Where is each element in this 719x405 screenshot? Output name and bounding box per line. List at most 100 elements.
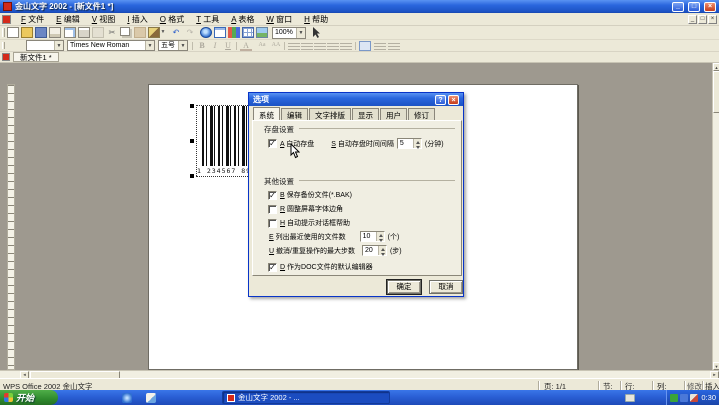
ok-button[interactable]: 确定 xyxy=(386,279,422,295)
bold-button[interactable]: B xyxy=(196,41,208,51)
internet-explorer-icon[interactable] xyxy=(122,393,132,403)
vertical-scroll-thumb[interactable] xyxy=(713,71,719,113)
recent-files-spinner[interactable]: 10 xyxy=(359,231,385,242)
tray-icon-green[interactable] xyxy=(670,393,678,402)
align-center-button[interactable] xyxy=(301,41,313,51)
menu-A[interactable]: A 表格 xyxy=(225,13,260,26)
spinner-arrows[interactable] xyxy=(375,232,384,241)
dialog-help-checkbox[interactable] xyxy=(268,218,277,228)
menu-V[interactable]: V 视图 xyxy=(86,13,122,26)
menu-I[interactable]: I 插入 xyxy=(121,13,153,26)
print-preview-icon[interactable] xyxy=(64,27,76,38)
toolbar-grip[interactable] xyxy=(2,28,5,37)
start-button[interactable]: 开始 xyxy=(0,390,58,405)
spinner-arrows[interactable] xyxy=(412,139,421,148)
shrink-font-button[interactable]: Aa xyxy=(256,41,268,51)
smooth-font-checkbox[interactable] xyxy=(268,204,277,214)
vertical-scrollbar[interactable]: ▲ ▼ xyxy=(712,63,719,370)
undo-icon[interactable]: ↶ xyxy=(170,27,182,38)
numbering-button[interactable] xyxy=(388,41,400,51)
align-right-button[interactable] xyxy=(314,41,326,51)
chevron-down-icon[interactable]: ▼ xyxy=(296,28,305,38)
menu-O[interactable]: O 格式 xyxy=(154,13,190,26)
spinner-arrows[interactable] xyxy=(377,246,386,255)
size-combo[interactable]: 五号 ▼ xyxy=(158,40,188,51)
grow-font-button[interactable]: AA xyxy=(270,41,282,51)
scroll-down-icon[interactable]: ▼ xyxy=(713,362,719,370)
child-close-button[interactable]: × xyxy=(708,14,717,24)
underline-button[interactable]: U xyxy=(222,41,234,51)
dialog-close-button[interactable]: × xyxy=(448,94,459,105)
insert-image-icon[interactable] xyxy=(256,27,268,38)
vertical-ruler[interactable] xyxy=(7,84,15,370)
new-icon[interactable] xyxy=(7,27,19,38)
paste-icon[interactable] xyxy=(134,27,146,38)
cut-icon[interactable]: ✂ xyxy=(106,27,118,38)
title-bar: 金山文字 2002 - [新文件1 *] _ □ × xyxy=(0,0,719,13)
redo-icon[interactable]: ↷ xyxy=(184,27,196,38)
dialog-title-bar[interactable]: 选项 ? × xyxy=(249,93,463,106)
toolbar-grip[interactable] xyxy=(2,42,5,49)
font-combo[interactable]: Times New Roman ▼ xyxy=(67,40,155,51)
help-button[interactable]: ? xyxy=(435,94,446,105)
menu-W[interactable]: W 窗口 xyxy=(260,13,298,26)
taskbar-task-button[interactable]: 金山文字 2002 - ... xyxy=(222,391,390,404)
frame-icon[interactable] xyxy=(214,27,226,38)
dialog-tab-系统[interactable]: 系统 xyxy=(253,107,280,120)
style-combo[interactable]: ▼ xyxy=(26,40,64,51)
chevron-down-icon[interactable]: ▼ xyxy=(145,41,154,50)
child-minimize-button[interactable]: _ xyxy=(688,14,697,24)
autosave-interval-spinner[interactable]: 5 xyxy=(396,138,422,149)
app-icon xyxy=(227,393,235,402)
dialog-tab-panel: 存盘设置 A 自动存盘 S 自动存盘时间间隔 5 (分钟) 其他设置 B 保存备… xyxy=(252,120,462,276)
bullets-button[interactable] xyxy=(374,41,386,51)
justify-button[interactable] xyxy=(327,41,339,51)
line-spacing-button[interactable] xyxy=(359,41,371,51)
printer-status-icon[interactable] xyxy=(625,394,635,402)
default-editor-checkbox[interactable] xyxy=(268,262,277,272)
distribute-button[interactable] xyxy=(340,41,352,51)
chevron-down-icon[interactable]: ▼ xyxy=(178,41,187,50)
tray-icon-blue[interactable] xyxy=(680,393,688,402)
selection-handle[interactable] xyxy=(190,174,194,178)
tray-icon-misc[interactable] xyxy=(690,393,698,402)
mail-icon[interactable] xyxy=(49,27,61,38)
align-left-button[interactable] xyxy=(288,41,300,51)
menu-F[interactable]: F 文件 xyxy=(15,13,50,26)
selection-handle[interactable] xyxy=(190,104,194,108)
backup-checkbox[interactable] xyxy=(268,190,277,200)
autosave-checkbox[interactable] xyxy=(268,139,277,148)
open-icon[interactable] xyxy=(21,27,33,38)
print-icon[interactable] xyxy=(78,27,90,38)
cancel-button[interactable]: 取消 xyxy=(429,280,463,294)
spell-check-icon[interactable] xyxy=(92,27,104,38)
document-icon xyxy=(2,53,10,61)
font-color-button[interactable]: A xyxy=(240,41,252,51)
selection-handle[interactable] xyxy=(190,139,194,143)
menu-H[interactable]: H 帮助 xyxy=(298,13,334,26)
minimize-button[interactable]: _ xyxy=(672,1,684,12)
close-button[interactable]: × xyxy=(704,1,716,12)
format-painter-icon[interactable] xyxy=(148,27,160,38)
menu-E[interactable]: E 编辑 xyxy=(50,13,86,26)
hyperlink-icon[interactable] xyxy=(200,27,212,38)
zoom-value: 100% xyxy=(275,29,293,36)
maximize-button[interactable]: □ xyxy=(688,1,700,12)
format-painter-dropdown-icon[interactable]: ▼ xyxy=(160,27,166,38)
zoom-combo[interactable]: 100% ▼ xyxy=(272,27,306,39)
standard-toolbar: ✂ ▼ ↶ ↷ 100% ▼ xyxy=(0,26,719,40)
select-object-icon[interactable] xyxy=(312,27,321,39)
insert-table-icon[interactable] xyxy=(242,27,254,38)
horizontal-scrollbar[interactable]: ◄ ► xyxy=(0,370,719,379)
document-tab[interactable]: 新文件1 * xyxy=(13,52,59,62)
italic-button[interactable]: I xyxy=(209,41,221,51)
scroll-up-icon[interactable]: ▲ xyxy=(713,63,719,71)
menu-T[interactable]: T 工具 xyxy=(190,13,225,26)
drawing-icon[interactable] xyxy=(228,27,240,38)
undo-steps-spinner[interactable]: 20 xyxy=(361,245,387,256)
child-restore-button[interactable]: □ xyxy=(698,14,707,24)
copy-icon[interactable] xyxy=(120,27,130,36)
show-desktop-icon[interactable] xyxy=(146,393,156,403)
save-icon[interactable] xyxy=(35,27,47,38)
chevron-down-icon[interactable]: ▼ xyxy=(54,41,63,50)
